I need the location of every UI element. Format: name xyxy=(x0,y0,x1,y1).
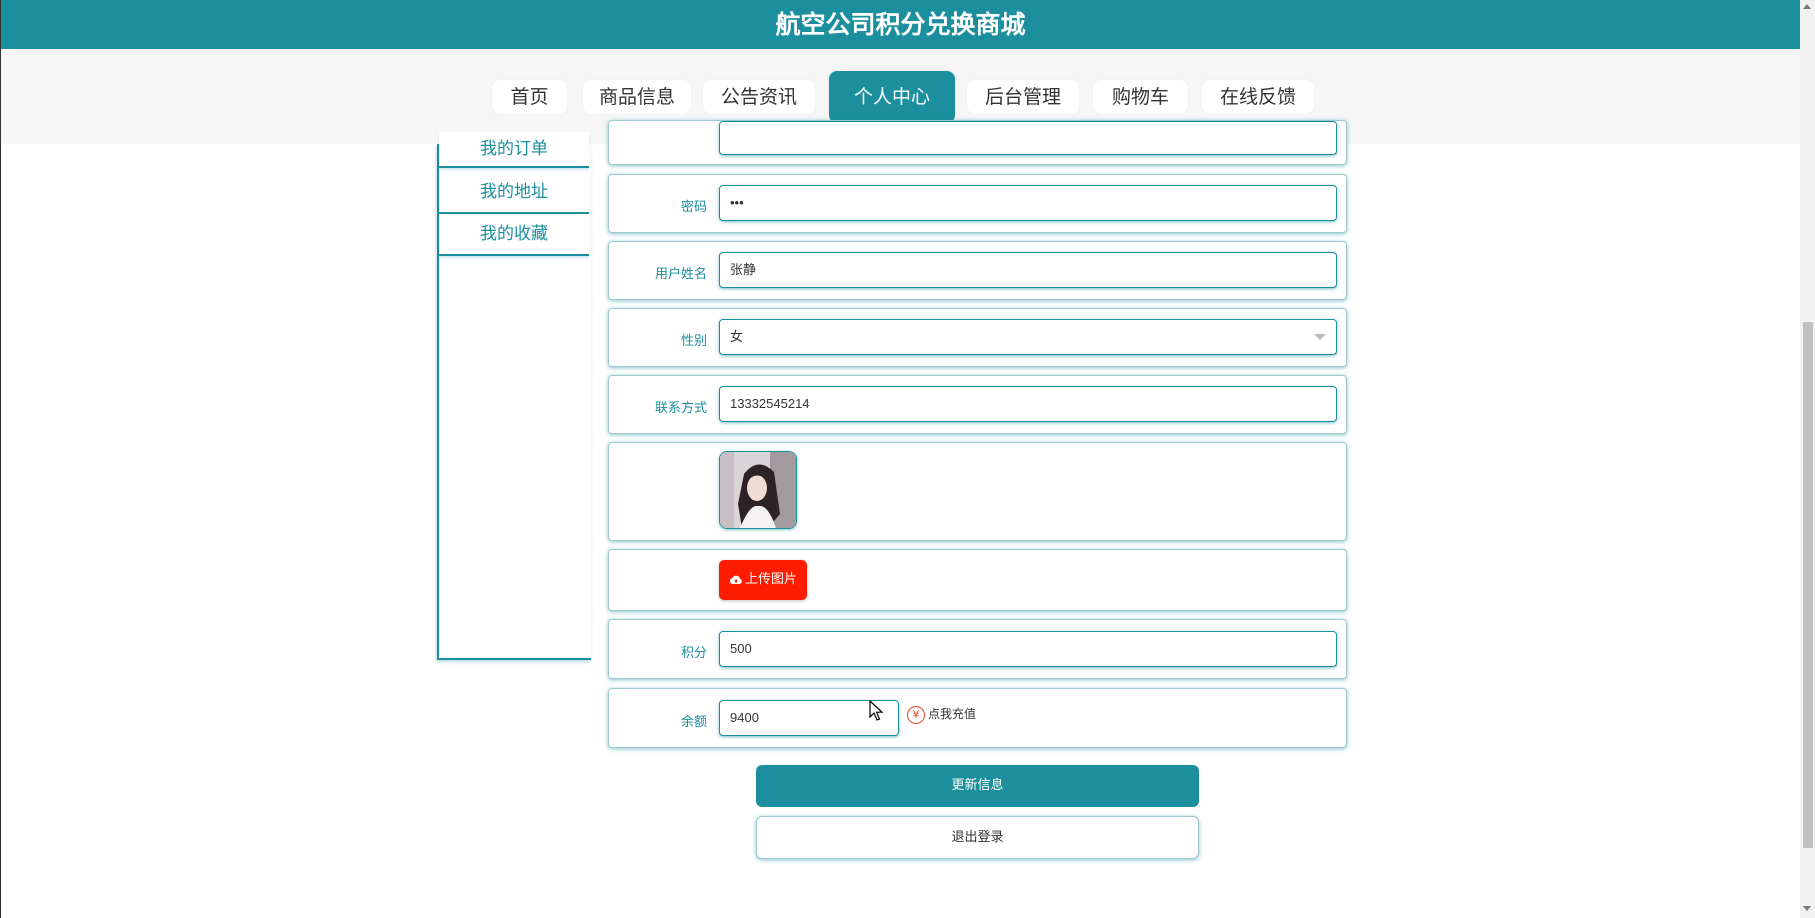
avatar xyxy=(719,451,797,529)
form-row-password: 密码 ••• xyxy=(608,174,1347,233)
form-row-account xyxy=(608,120,1347,165)
form-row-gender: 性别 女 xyxy=(608,308,1347,367)
update-info-button[interactable]: 更新信息 xyxy=(756,765,1199,807)
upload-image-label: 上传图片 xyxy=(744,572,797,587)
gender-select[interactable]: 女 xyxy=(719,319,1337,355)
points-label: 积分 xyxy=(680,646,707,661)
sidebar-item-favorites[interactable]: 我的收藏 xyxy=(439,214,589,256)
form-row-avatar xyxy=(608,442,1347,541)
sidebar-item-address[interactable]: 我的地址 xyxy=(439,172,589,214)
nav-products[interactable]: 商品信息 xyxy=(583,80,691,114)
balance-label: 余额 xyxy=(680,715,707,730)
nav-cart[interactable]: 购物车 xyxy=(1093,80,1188,114)
name-label: 用户姓名 xyxy=(654,267,707,282)
account-field[interactable] xyxy=(719,121,1337,155)
phone-field[interactable]: 13332545214 xyxy=(719,386,1337,422)
password-label: 密码 xyxy=(680,200,707,215)
scroll-up-icon[interactable] xyxy=(1803,4,1811,9)
nav-admin[interactable]: 后台管理 xyxy=(967,80,1079,114)
yen-icon: ¥ xyxy=(907,705,925,724)
sidebar-item-orders[interactable]: 我的订单 xyxy=(439,132,589,168)
logout-button[interactable]: 退出登录 xyxy=(756,816,1199,859)
gender-label: 性别 xyxy=(680,334,707,349)
name-field[interactable]: 张静 xyxy=(719,252,1337,288)
form-row-name: 用户姓名 张静 xyxy=(608,241,1347,300)
nav-home[interactable]: 首页 xyxy=(492,80,567,114)
nav-personal-center[interactable]: 个人中心 xyxy=(829,71,955,123)
recharge-label: 点我充值 xyxy=(928,707,977,721)
chevron-down-icon xyxy=(1314,334,1326,340)
vertical-scrollbar[interactable] xyxy=(1800,0,1815,918)
scroll-down-icon[interactable] xyxy=(1803,906,1811,911)
gender-selected-value: 女 xyxy=(730,329,744,344)
nav-news[interactable]: 公告资讯 xyxy=(703,80,815,114)
form-row-balance: 余额 9400 ¥ 点我充值 xyxy=(608,688,1347,748)
upload-image-button[interactable]: 上传图片 xyxy=(719,560,807,600)
form-row-phone: 联系方式 13332545214 xyxy=(608,375,1347,434)
cloud-upload-icon xyxy=(729,575,742,584)
page: 航空公司积分兑换商城 首页 商品信息 公告资讯 个人中心 后台管理 购物车 在线… xyxy=(0,0,1815,918)
recharge-link[interactable]: ¥ 点我充值 xyxy=(907,705,976,724)
password-field[interactable]: ••• xyxy=(719,185,1337,221)
mouse-cursor-icon xyxy=(869,700,884,721)
phone-label: 联系方式 xyxy=(654,401,707,416)
avatar-photo xyxy=(720,452,796,528)
page-left-border xyxy=(0,144,1,918)
form-row-upload: 上传图片 xyxy=(608,549,1347,611)
scrollbar-thumb[interactable] xyxy=(1803,322,1813,848)
form-row-points: 积分 500 xyxy=(608,619,1347,679)
sidebar: 我的订单 我的地址 我的收藏 xyxy=(437,132,591,660)
site-title: 航空公司积分兑换商城 xyxy=(0,0,1800,49)
nav-feedback[interactable]: 在线反馈 xyxy=(1202,80,1314,114)
points-field[interactable]: 500 xyxy=(719,631,1337,667)
